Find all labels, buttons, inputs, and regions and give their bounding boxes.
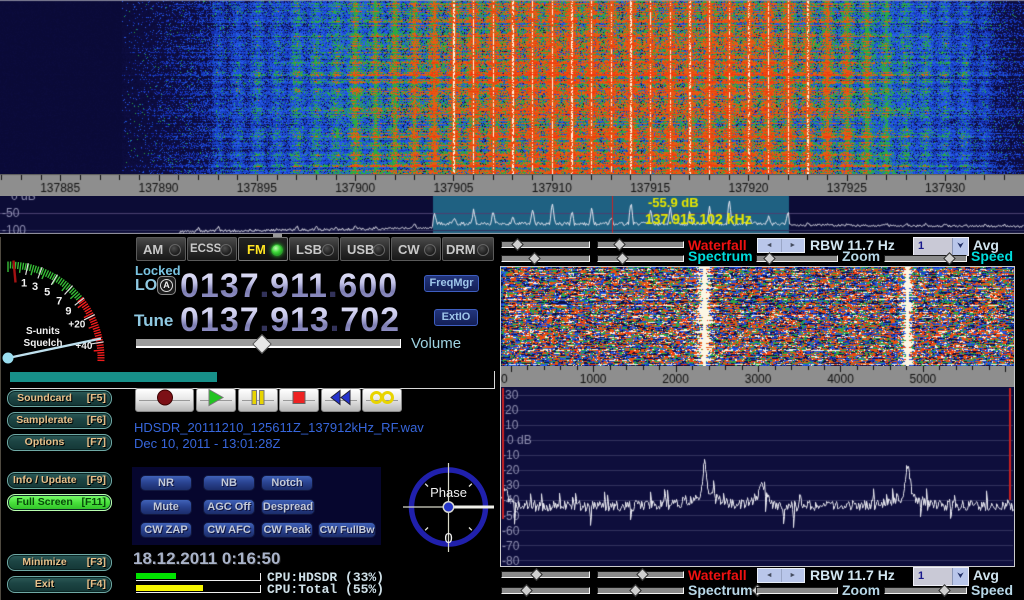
svg-text:5: 5 bbox=[44, 287, 50, 299]
svg-text:9: 9 bbox=[65, 305, 71, 317]
svg-text:+20: +20 bbox=[68, 320, 85, 331]
svg-text:0: 0 bbox=[444, 530, 452, 547]
svg-text:S-units: S-units bbox=[26, 326, 60, 337]
svg-text:3: 3 bbox=[32, 281, 38, 293]
svg-text:1: 1 bbox=[21, 278, 27, 290]
svg-text:7: 7 bbox=[56, 296, 62, 308]
svg-text:Phase: Phase bbox=[430, 485, 467, 500]
